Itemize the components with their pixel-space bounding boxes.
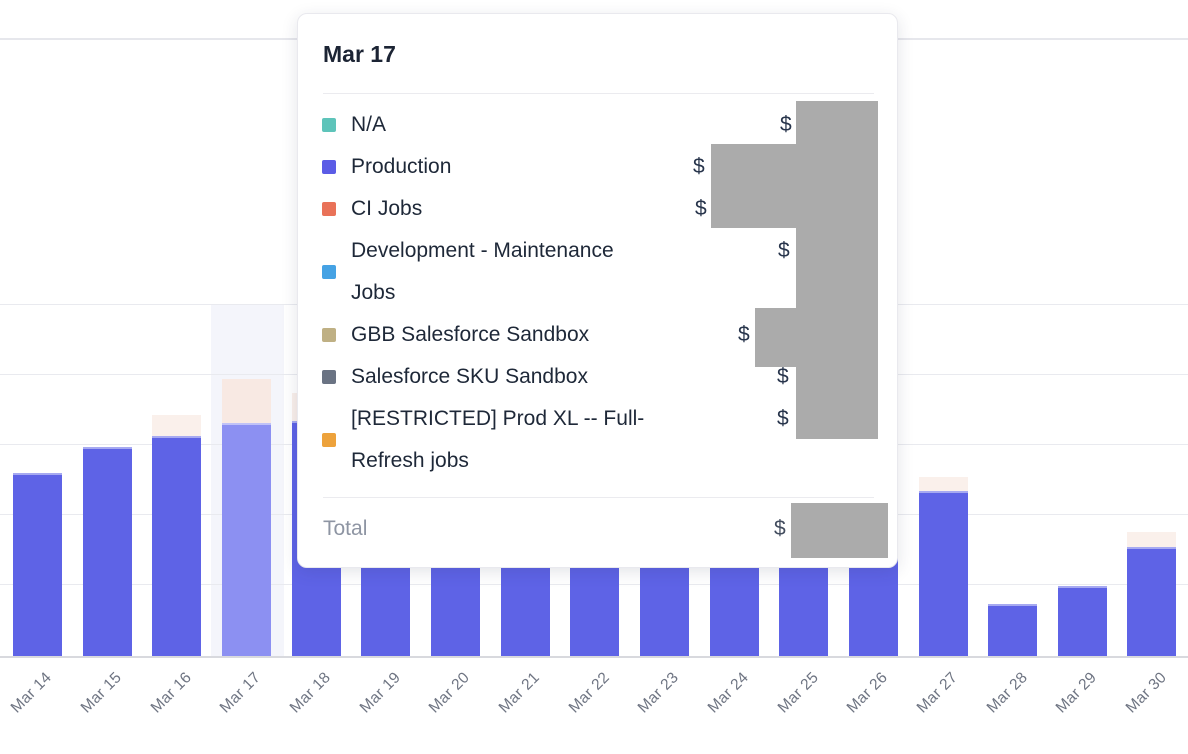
currency-symbol: $ — [778, 230, 790, 272]
x-axis-label: Mar 24 — [705, 669, 753, 717]
bar-cap-mar-16[interactable] — [152, 415, 201, 436]
legend-label: Salesforce SKU Sandbox — [351, 356, 661, 398]
legend-swatch-icon — [322, 370, 336, 384]
x-axis-label: Mar 27 — [914, 669, 962, 717]
tooltip-total-label: Total — [323, 508, 367, 550]
x-axis-label: Mar 16 — [147, 669, 195, 717]
chart-tooltip: Mar 17 N/A $ Production $ CI Jobs $ Developmen… — [297, 13, 898, 568]
legend-label: CI Jobs — [351, 188, 661, 230]
legend-swatch-icon — [322, 433, 336, 447]
legend-swatch-icon — [322, 118, 336, 132]
tooltip-title: Mar 17 — [323, 41, 396, 68]
currency-symbol: $ — [774, 508, 786, 550]
x-axis-label: Mar 22 — [565, 669, 613, 717]
bar-cap-mar-30[interactable] — [1127, 532, 1176, 547]
bar-mar-29[interactable] — [1058, 586, 1107, 657]
x-axis-label: Mar 15 — [78, 669, 126, 717]
bar-mar-21[interactable] — [501, 560, 550, 657]
x-axis-label: Mar 26 — [844, 669, 892, 717]
bar-mar-19[interactable] — [361, 560, 410, 657]
x-axis-label: Mar 18 — [287, 669, 335, 717]
bar-mar-22[interactable] — [570, 560, 619, 657]
legend-swatch-icon — [322, 160, 336, 174]
cost-dashboard-page: Mar 14 Mar 15 Mar 16 Mar 17 Mar 18 Mar 19 Mar … — [0, 0, 1188, 754]
bar-mar-25[interactable] — [779, 560, 828, 657]
bar-mar-30[interactable] — [1127, 547, 1176, 657]
redaction-box — [755, 308, 796, 367]
tooltip-divider — [323, 93, 874, 94]
x-axis-label: Mar 14 — [8, 669, 56, 717]
x-axis-label: Mar 28 — [983, 669, 1031, 717]
legend-label: Development - Maintenance Jobs — [351, 230, 661, 314]
legend-label: [RESTRICTED] Prod XL -- Full-Refresh job… — [351, 398, 661, 482]
x-axis-label: Mar 25 — [774, 669, 822, 717]
bar-mar-20[interactable] — [431, 560, 480, 657]
x-axis-label: Mar 30 — [1123, 669, 1171, 717]
bar-mar-28[interactable] — [988, 604, 1037, 657]
bar-mar-16[interactable] — [152, 436, 201, 657]
bar-mar-24[interactable] — [710, 560, 759, 657]
currency-symbol: $ — [780, 104, 792, 146]
bar-mar-23[interactable] — [640, 560, 689, 657]
x-axis-label: Mar 23 — [635, 669, 683, 717]
currency-symbol: $ — [695, 188, 707, 230]
legend-label: Production — [351, 146, 661, 188]
currency-symbol: $ — [777, 398, 789, 440]
x-axis-line — [0, 656, 1188, 658]
redaction-box — [796, 101, 878, 439]
legend-swatch-icon — [322, 265, 336, 279]
bar-mar-27[interactable] — [919, 491, 968, 657]
legend-label: GBB Salesforce Sandbox — [351, 314, 661, 356]
legend-swatch-icon — [322, 202, 336, 216]
bar-cap-mar-17[interactable] — [222, 379, 271, 423]
legend-swatch-icon — [322, 328, 336, 342]
bar-mar-14[interactable] — [13, 473, 62, 657]
redaction-box — [711, 144, 796, 228]
currency-symbol: $ — [738, 314, 750, 356]
currency-symbol: $ — [693, 146, 705, 188]
bar-mar-17[interactable] — [222, 423, 271, 657]
redaction-box — [791, 503, 888, 558]
x-axis-label: Mar 20 — [426, 669, 474, 717]
bar-mar-15[interactable] — [83, 447, 132, 657]
x-axis-label: Mar 19 — [356, 669, 404, 717]
tooltip-divider — [323, 497, 874, 498]
x-axis-label: Mar 17 — [217, 669, 265, 717]
x-axis-label: Mar 21 — [496, 669, 544, 717]
bar-cap-mar-27[interactable] — [919, 477, 968, 491]
x-axis-label: Mar 29 — [1053, 669, 1101, 717]
legend-label: N/A — [351, 104, 661, 146]
